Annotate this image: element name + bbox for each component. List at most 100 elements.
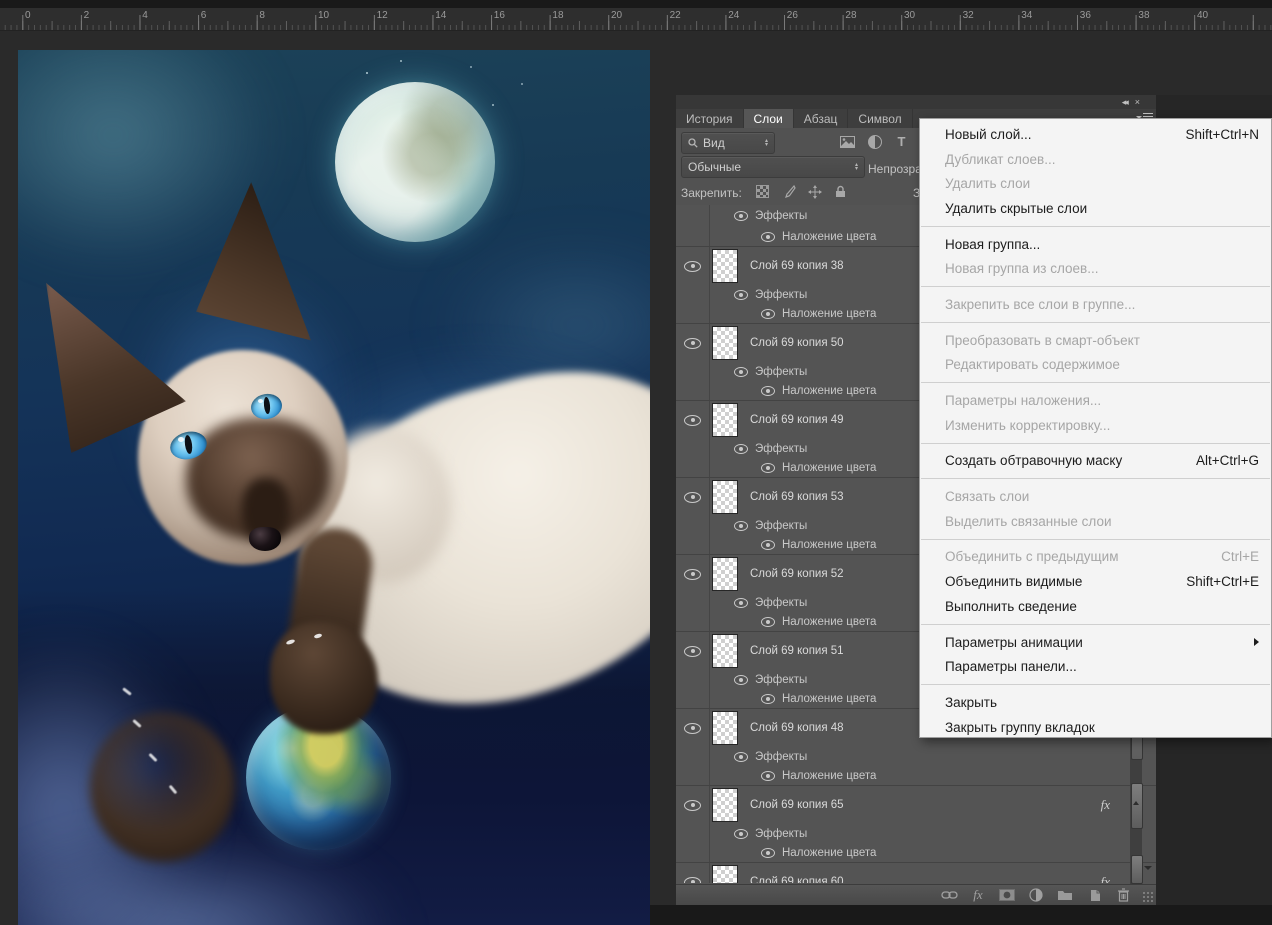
effects-visibility-eye-icon[interactable]: [734, 598, 748, 608]
menu-item-panel-options[interactable]: Параметры панели...: [920, 654, 1271, 679]
fx-badge[interactable]: fx: [1101, 874, 1110, 883]
layer-item-partial[interactable]: Слой 69 копия 60 fx: [676, 863, 1156, 883]
layer-name[interactable]: Слой 69 копия 52: [750, 568, 844, 580]
layer-style-fx-icon[interactable]: fx: [969, 887, 987, 903]
menu-item-create-clipping-mask[interactable]: Создать обтравочную маскуAlt+Ctrl+G: [920, 449, 1271, 474]
layer-thumbnail[interactable]: [712, 865, 738, 883]
effects-visibility-eye-icon[interactable]: [734, 752, 748, 762]
color-overlay-visibility-eye-icon[interactable]: [761, 232, 775, 242]
effects-visibility-eye-icon[interactable]: [734, 829, 748, 839]
color-overlay-visibility-eye-icon[interactable]: [761, 386, 775, 396]
scrollbar-thumb[interactable]: [1131, 783, 1143, 829]
scroll-more-indicator-icon[interactable]: [1144, 866, 1152, 870]
layer-visibility-eye-icon[interactable]: [684, 415, 701, 426]
blend-mode-value: Обычные: [688, 160, 741, 174]
tab-paragraph[interactable]: Абзац: [794, 109, 849, 128]
layer-thumbnail[interactable]: [712, 634, 738, 668]
layer-thumbnail[interactable]: [712, 326, 738, 360]
layer-visibility-eye-icon[interactable]: [684, 261, 701, 272]
color-overlay-visibility-eye-icon[interactable]: [761, 848, 775, 858]
layer-visibility-eye-icon[interactable]: [684, 800, 701, 811]
new-adjustment-layer-icon[interactable]: [1027, 887, 1045, 903]
effects-visibility-eye-icon[interactable]: [734, 675, 748, 685]
window-top-strip: [0, 0, 1272, 8]
color-overlay-visibility-eye-icon[interactable]: [761, 617, 775, 627]
effects-visibility-eye-icon[interactable]: [734, 521, 748, 531]
layer-name[interactable]: Слой 69 копия 51: [750, 645, 844, 657]
tab-layers[interactable]: Слои: [744, 109, 794, 128]
layer-visibility-eye-icon[interactable]: [684, 338, 701, 349]
color-overlay-visibility-eye-icon[interactable]: [761, 540, 775, 550]
pixel-filter-icon[interactable]: [839, 134, 856, 149]
collapse-panels-icon[interactable]: ◂◂: [1122, 97, 1127, 108]
ruler-number: 32: [963, 10, 974, 21]
color-overlay-label: Наложение цвета: [782, 308, 876, 320]
menu-item-new-group[interactable]: Новая группа...: [920, 232, 1271, 257]
kitten-paw-left: [90, 712, 235, 862]
link-layers-icon[interactable]: [940, 887, 958, 903]
horizontal-ruler[interactable]: 0 2 4 6 8 10 12 14 16 18 20 22 24 26 28 …: [0, 8, 1272, 31]
color-overlay-visibility-eye-icon[interactable]: [761, 309, 775, 319]
add-layer-mask-icon[interactable]: [998, 887, 1016, 903]
ruler-number: 14: [435, 10, 446, 21]
layer-thumbnail[interactable]: [712, 249, 738, 283]
type-filter-icon[interactable]: T: [893, 134, 910, 149]
close-panel-icon[interactable]: ×: [1135, 97, 1140, 108]
menu-item-animation-options[interactable]: Параметры анимации: [920, 630, 1271, 655]
layer-name[interactable]: Слой 69 копия 38: [750, 260, 844, 272]
layer-name[interactable]: Слой 69 копия 49: [750, 414, 844, 426]
layer-name[interactable]: Слой 69 копия 65: [750, 799, 844, 811]
color-overlay-visibility-eye-icon[interactable]: [761, 463, 775, 473]
new-layer-icon[interactable]: [1085, 887, 1103, 903]
layer-thumbnail[interactable]: [712, 788, 738, 822]
layer-thumbnail[interactable]: [712, 711, 738, 745]
lock-all-icon[interactable]: [832, 184, 849, 199]
new-group-folder-icon[interactable]: [1056, 887, 1074, 903]
menu-item-link-layers: Связать слои: [920, 484, 1271, 509]
layer-thumbnail[interactable]: [712, 557, 738, 591]
layer-name[interactable]: Слой 69 копия 50: [750, 337, 844, 349]
combo-spinner-icon[interactable]: ▴▾: [765, 139, 768, 147]
layer-visibility-eye-icon[interactable]: [684, 646, 701, 657]
menu-item-delete-hidden-layers[interactable]: Удалить скрытые слои: [920, 196, 1271, 221]
effects-visibility-eye-icon[interactable]: [734, 211, 748, 221]
menu-item-select-linked-layers: Выделить связанные слои: [920, 509, 1271, 534]
lock-paint-icon[interactable]: [780, 184, 797, 199]
fx-badge[interactable]: fx: [1101, 797, 1110, 813]
panel-corner-grip[interactable]: [1142, 891, 1155, 904]
layer-visibility-eye-icon[interactable]: [684, 492, 701, 503]
menu-item-close-tab-group[interactable]: Закрыть группу вкладок: [920, 715, 1271, 740]
layer-name[interactable]: Слой 69 копия 48: [750, 722, 844, 734]
color-overlay-visibility-eye-icon[interactable]: [761, 694, 775, 704]
layer-visibility-eye-icon[interactable]: [684, 569, 701, 580]
menu-item-close[interactable]: Закрыть: [920, 690, 1271, 715]
tab-character[interactable]: Символ: [848, 109, 912, 128]
tab-history[interactable]: История: [676, 109, 744, 128]
adjustment-filter-icon[interactable]: [866, 134, 883, 149]
layer-thumbnail[interactable]: [712, 403, 738, 437]
color-overlay-visibility-eye-icon[interactable]: [761, 771, 775, 781]
lock-transparency-icon[interactable]: [754, 184, 771, 199]
blend-mode-select[interactable]: Обычные ▴▾: [681, 156, 865, 178]
layer-item[interactable]: Слой 69 копия 65fx Эффекты Наложение цве…: [676, 786, 1156, 863]
layer-name[interactable]: Слой 69 копия 53: [750, 491, 844, 503]
layer-visibility-eye-icon[interactable]: [684, 723, 701, 734]
lock-position-icon[interactable]: [806, 184, 823, 199]
scroll-up-arrow-icon[interactable]: [1133, 801, 1139, 805]
effects-visibility-eye-icon[interactable]: [734, 444, 748, 454]
menu-item-merge-visible[interactable]: Объединить видимыеShift+Ctrl+E: [920, 569, 1271, 594]
document-canvas[interactable]: [18, 50, 650, 925]
scrollbar-thumb[interactable]: [1131, 855, 1143, 884]
effects-visibility-eye-icon[interactable]: [734, 367, 748, 377]
layer-name[interactable]: Слой 69 копия 60: [750, 876, 844, 883]
layer-visibility-eye-icon[interactable]: [684, 877, 701, 884]
layer-filter-value: Вид: [703, 136, 725, 150]
layer-filter-combo[interactable]: Вид ▴▾: [681, 132, 775, 154]
menu-item-lock-all-layers-in-group: Закрепить все слои в группе...: [920, 292, 1271, 317]
select-spinner-icon[interactable]: ▴▾: [855, 163, 858, 171]
effects-visibility-eye-icon[interactable]: [734, 290, 748, 300]
delete-layer-trash-icon[interactable]: [1114, 887, 1132, 903]
layer-thumbnail[interactable]: [712, 480, 738, 514]
menu-item-flatten-image[interactable]: Выполнить сведение: [920, 594, 1271, 619]
menu-item-new-layer[interactable]: Новый слой...Shift+Ctrl+N: [920, 122, 1271, 147]
